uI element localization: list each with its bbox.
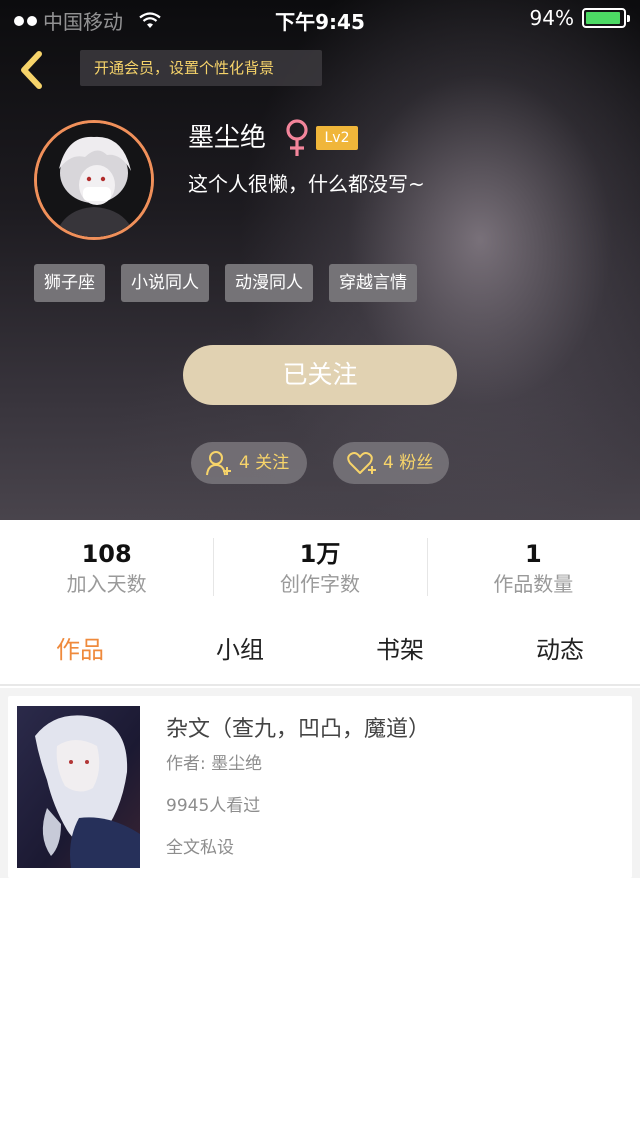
avatar-image <box>37 123 151 237</box>
stat-value: 108 <box>81 540 132 568</box>
book-card[interactable]: 杂文（查九，凹凸，魔道） 作者: 墨尘绝 9945人看过 全文私设 <box>8 696 632 878</box>
book-cover <box>17 706 140 868</box>
following-button[interactable]: 4 关注 <box>191 442 307 484</box>
female-icon <box>286 119 308 156</box>
book-cover-image <box>17 706 140 868</box>
user-add-icon <box>206 451 231 476</box>
battery-percent: 94% <box>529 6 574 30</box>
fans-count: 4 粉丝 <box>383 453 434 473</box>
tab-activity[interactable]: 动态 <box>480 620 640 684</box>
tab-groups[interactable]: 小组 <box>160 620 320 684</box>
battery-group: 94% <box>529 6 630 30</box>
stat-label: 创作字数 <box>279 572 360 596</box>
avatar[interactable] <box>34 120 154 240</box>
follow-button[interactable]: 已关注 <box>183 345 457 405</box>
status-bar: 中国移动 下午9:45 94% <box>0 0 640 36</box>
following-count: 4 关注 <box>239 453 290 473</box>
stats-bar: 108 加入天数 1万 创作字数 1 作品数量 <box>0 520 640 620</box>
tab-bookshelf[interactable]: 书架 <box>320 620 480 684</box>
back-button[interactable] <box>14 48 50 92</box>
fans-button[interactable]: 4 粉丝 <box>333 442 449 484</box>
stat-value: 1 <box>524 540 542 568</box>
stat-label: 加入天数 <box>66 572 147 596</box>
stat-value: 1万 <box>299 540 341 568</box>
tag[interactable]: 狮子座 <box>34 264 105 302</box>
stat-join-days: 108 加入天数 <box>0 520 213 620</box>
tag[interactable]: 穿越言情 <box>329 264 417 302</box>
battery-fill <box>586 12 620 24</box>
tab-bar: 作品 小组 书架 动态 <box>0 620 640 686</box>
book-title: 杂文（查九，凹凸，魔道） <box>166 717 431 742</box>
level-badge: Lv2 <box>316 126 358 150</box>
heart-add-icon <box>347 452 376 474</box>
book-author: 作者: 墨尘绝 <box>166 754 263 774</box>
vip-banner[interactable]: 开通会员，设置个性化背景 <box>80 50 322 86</box>
stat-label: 作品数量 <box>493 572 574 596</box>
book-views: 9945人看过 <box>166 796 261 816</box>
tab-works[interactable]: 作品 <box>0 620 160 684</box>
tag[interactable]: 动漫同人 <box>225 264 313 302</box>
battery-icon <box>582 8 630 28</box>
bio: 这个人很懒，什么都没写~ <box>188 172 425 196</box>
book-note: 全文私设 <box>166 838 234 858</box>
profile-header: 中国移动 下午9:45 94% 开通会员，设置个性化背景 墨尘绝 Lv2 这个人… <box>0 0 640 520</box>
stat-works-count: 1 作品数量 <box>426 520 640 620</box>
username: 墨尘绝 <box>188 123 267 153</box>
stat-word-count: 1万 创作字数 <box>213 520 426 620</box>
tag-list: 狮子座 小说同人 动漫同人 穿越言情 <box>34 264 417 302</box>
tag[interactable]: 小说同人 <box>121 264 209 302</box>
